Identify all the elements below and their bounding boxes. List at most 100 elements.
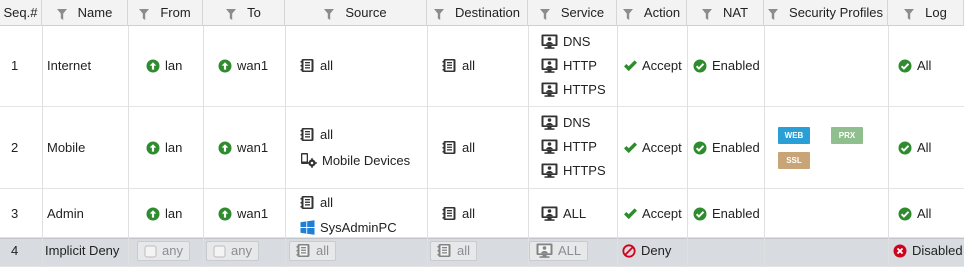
- column-header-label: Service: [560, 5, 605, 20]
- log-status: All: [898, 206, 931, 222]
- no-entry-icon: [622, 243, 641, 259]
- destination-address-label: all: [462, 140, 476, 155]
- service-item-label: DNS: [563, 34, 591, 49]
- log-status: Disabled: [893, 243, 963, 259]
- from-interface: lan: [146, 206, 182, 222]
- table-row[interactable]: [0, 189, 964, 238]
- table-row[interactable]: [0, 107, 964, 189]
- column-divider: [203, 26, 204, 267]
- address-book-icon: [437, 242, 457, 260]
- column-header-label: Source: [345, 5, 387, 20]
- source-address: all: [300, 195, 333, 211]
- address-book-icon: [442, 206, 462, 222]
- destination-address-label: all: [462, 206, 476, 221]
- destination-address: all: [442, 140, 475, 156]
- column-header-service[interactable]: Service: [528, 0, 617, 26]
- checkmark-icon: [623, 58, 642, 74]
- to-interface: wan1: [218, 206, 268, 222]
- column-header-label: Action: [643, 5, 681, 20]
- address-book-icon: [300, 195, 320, 211]
- destination-address-label: all: [462, 58, 476, 73]
- from-interface-label: lan: [165, 206, 183, 221]
- column-header-log[interactable]: Log: [888, 0, 964, 26]
- policy-name-label: Admin: [47, 206, 84, 221]
- service-item: DNS: [541, 34, 590, 50]
- arrow-up-circle-icon: [146, 206, 165, 222]
- column-divider: [687, 26, 688, 267]
- column-header-action[interactable]: Action: [617, 0, 687, 26]
- log-status-label: All: [917, 140, 932, 155]
- policy-name: Implicit Deny: [45, 243, 119, 259]
- nat-status: Enabled: [693, 58, 760, 74]
- source-address-label: all: [320, 195, 334, 210]
- table-row[interactable]: [0, 26, 964, 107]
- column-divider: [42, 26, 43, 267]
- check-circle-icon: [693, 58, 712, 74]
- column-header-label: To: [247, 5, 261, 20]
- column-header-security-profiles[interactable]: Security Profiles: [764, 0, 888, 26]
- from-interface[interactable]: any: [137, 241, 190, 261]
- address-book-icon: [442, 58, 462, 74]
- column-header-destination[interactable]: Destination: [427, 0, 528, 26]
- check-circle-icon: [693, 140, 712, 156]
- action-accept: Accept: [623, 206, 682, 222]
- service-item: HTTP: [541, 58, 597, 74]
- service-item: DNS: [541, 115, 590, 131]
- to-interface[interactable]: any: [206, 241, 259, 261]
- to-interface-label: any: [231, 243, 252, 258]
- column-header-to[interactable]: To: [203, 0, 285, 26]
- destination-address[interactable]: all: [430, 241, 478, 261]
- column-header-from[interactable]: From: [128, 0, 203, 26]
- seq-number: 1: [11, 58, 18, 74]
- column-header-label: Log: [925, 5, 947, 20]
- from-interface-label: any: [162, 243, 183, 258]
- service-item[interactable]: ALL: [529, 241, 589, 261]
- source-address[interactable]: all: [289, 241, 337, 261]
- source-address-label: all: [320, 58, 334, 73]
- funnel-icon: [622, 0, 638, 26]
- action-accept: Accept: [623, 140, 682, 156]
- service-item-label: ALL: [558, 243, 582, 258]
- funnel-icon: [539, 0, 555, 26]
- security-profile-badge-ssl[interactable]: SSL: [778, 152, 810, 169]
- funnel-icon: [56, 0, 72, 26]
- column-divider: [528, 26, 529, 267]
- seq-number-label: 3: [11, 206, 19, 221]
- column-header-label: NAT: [722, 5, 749, 20]
- source-address: SysAdminPC: [300, 220, 397, 236]
- service-item-label: DNS: [563, 115, 591, 130]
- log-status: All: [898, 58, 931, 74]
- column-header-label: Seq.#: [3, 5, 38, 20]
- service-item-label: HTTP: [563, 58, 597, 73]
- column-divider: [764, 26, 765, 267]
- from-interface: lan: [146, 140, 182, 156]
- service-item-label: HTTPS: [563, 163, 606, 178]
- column-header-label: From: [160, 5, 191, 20]
- funnel-icon: [701, 0, 717, 26]
- service-monitor-icon: [541, 34, 563, 50]
- seq-number-label: 2: [11, 140, 19, 155]
- checkmark-icon: [623, 206, 642, 222]
- service-item: ALL: [541, 206, 586, 222]
- security-profile-badge-web[interactable]: WEB: [778, 127, 810, 144]
- column-header-nat[interactable]: NAT: [687, 0, 764, 26]
- column-header-seq[interactable]: Seq.#: [0, 0, 42, 26]
- security-profile-badge-prx[interactable]: PRX: [831, 127, 863, 144]
- action-accept-label: Accept: [642, 206, 682, 221]
- policy-name-label: Internet: [47, 58, 92, 73]
- column-header-name[interactable]: Name: [42, 0, 128, 26]
- column-header-source[interactable]: Source: [285, 0, 427, 26]
- arrow-up-circle-icon: [218, 58, 237, 74]
- destination-address: all: [442, 206, 475, 222]
- service-monitor-icon: [541, 115, 563, 131]
- policy-name: Admin: [47, 206, 84, 222]
- service-item: HTTPS: [541, 163, 606, 179]
- source-address: all: [300, 127, 333, 143]
- service-item-label: HTTP: [563, 139, 597, 154]
- policy-name-label: Mobile: [47, 140, 86, 155]
- seq-number: 4: [11, 243, 18, 259]
- action-accept: Accept: [623, 58, 682, 74]
- service-item: HTTP: [541, 139, 597, 155]
- x-circle-icon: [893, 243, 912, 259]
- check-circle-icon: [898, 58, 917, 74]
